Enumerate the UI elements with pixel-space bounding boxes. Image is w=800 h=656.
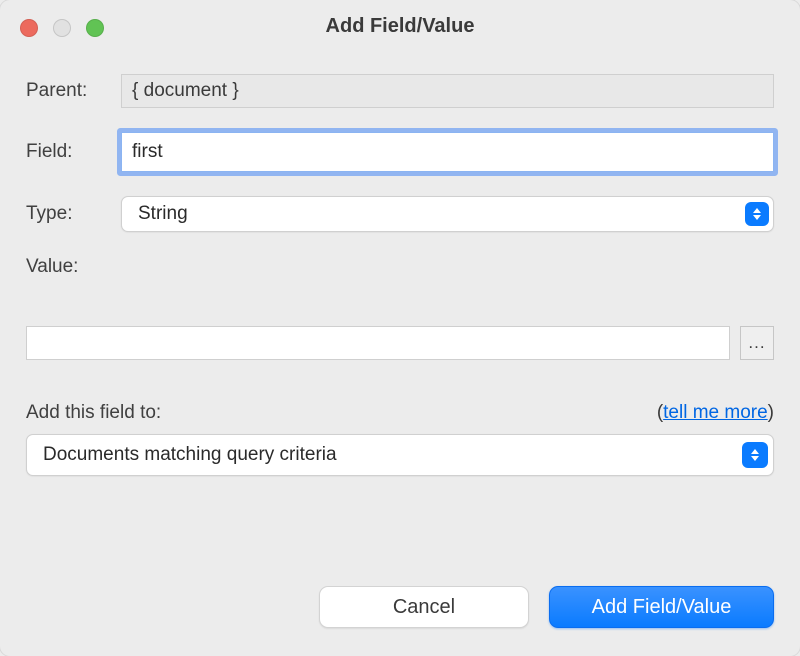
field-input[interactable] [121,132,774,172]
value-label: Value: [26,256,121,278]
parent-label: Parent: [26,80,121,102]
field-label: Field: [26,141,121,163]
chevron-updown-icon[interactable] [742,442,768,468]
scope-select-value: Documents matching query criteria [43,444,337,466]
type-row: Type: String [26,196,774,232]
traffic-lights [20,19,104,37]
type-select[interactable]: String [121,196,774,232]
type-label: Type: [26,203,121,225]
type-select-value: String [138,203,188,225]
tell-me-more-wrap: (tell me more) [657,402,774,424]
window-title: Add Field/Value [0,15,800,38]
parent-row: Parent: { document } [26,74,774,108]
tell-me-more-suffix: ) [768,402,774,423]
parent-field: { document } [121,74,774,108]
dialog-window: Add Field/Value Parent: { document } Fie… [0,0,800,656]
field-row: Field: [26,132,774,172]
add-to-row: Add this field to: (tell me more) [26,402,774,424]
maximize-icon[interactable] [86,19,104,37]
value-row: ... [26,326,774,360]
minimize-icon [53,19,71,37]
tell-me-more-link[interactable]: tell me more [663,402,768,423]
button-row: Cancel Add Field/Value [26,586,774,628]
close-icon[interactable] [20,19,38,37]
add-to-label: Add this field to: [26,402,161,424]
add-field-value-button[interactable]: Add Field/Value [549,586,774,628]
title-bar: Add Field/Value [0,0,800,52]
scope-select[interactable]: Documents matching query criteria [26,434,774,476]
dialog-content: Parent: { document } Field: Type: String… [0,52,800,656]
chevron-updown-icon[interactable] [745,202,769,226]
more-button[interactable]: ... [740,326,774,360]
scope-select-wrap: Documents matching query criteria [26,434,774,476]
value-input[interactable] [26,326,730,360]
cancel-button[interactable]: Cancel [319,586,529,628]
type-select-wrap: String [121,196,774,232]
value-label-row: Value: [26,256,774,278]
